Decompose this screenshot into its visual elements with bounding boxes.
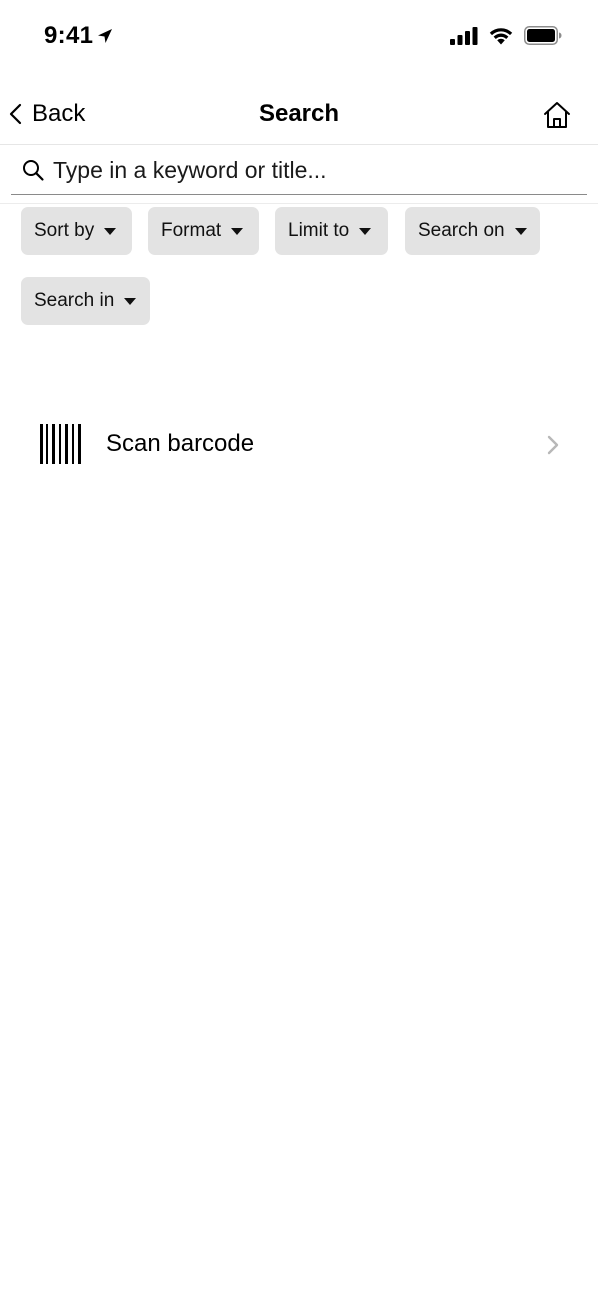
cellular-signal-icon	[450, 26, 478, 45]
search-icon	[23, 160, 44, 181]
chip-label: Sort by	[34, 220, 95, 241]
search-input[interactable]	[53, 150, 587, 190]
navigation-bar: Back Search	[0, 84, 598, 145]
page-title: Search	[258, 100, 340, 127]
caret-down-icon	[124, 298, 137, 305]
filter-sort-by-button[interactable]: Sort by	[21, 207, 132, 255]
status-time: 9:41	[44, 22, 113, 50]
filter-limit-to-button[interactable]: Limit to	[275, 207, 388, 255]
search-bar	[11, 146, 587, 195]
filter-search-in-button[interactable]: Search in	[21, 277, 150, 325]
location-arrow-icon	[98, 29, 113, 43]
status-indicators	[450, 26, 562, 45]
filter-search-on-button[interactable]: Search on	[405, 207, 540, 255]
chevron-right-icon	[547, 435, 559, 455]
home-icon	[544, 102, 570, 128]
filter-format-button[interactable]: Format	[148, 207, 259, 255]
caret-down-icon	[104, 228, 117, 235]
caret-down-icon	[359, 228, 372, 235]
caret-down-icon	[231, 228, 244, 235]
wifi-icon	[489, 28, 513, 45]
home-button[interactable]	[542, 100, 572, 130]
barcode-icon	[40, 424, 81, 464]
chip-label: Search in	[34, 290, 115, 311]
chip-label: Limit to	[288, 220, 350, 241]
scan-barcode-label: Scan barcode	[106, 430, 255, 457]
chip-label: Format	[161, 220, 222, 241]
status-time-text: 9:41	[44, 22, 94, 49]
divider	[0, 203, 598, 204]
caret-down-icon	[514, 228, 527, 235]
battery-icon	[524, 26, 562, 45]
status-bar: 9:41	[0, 0, 598, 72]
scan-barcode-row[interactable]: Scan barcode	[0, 404, 598, 484]
chip-label: Search on	[418, 220, 505, 241]
